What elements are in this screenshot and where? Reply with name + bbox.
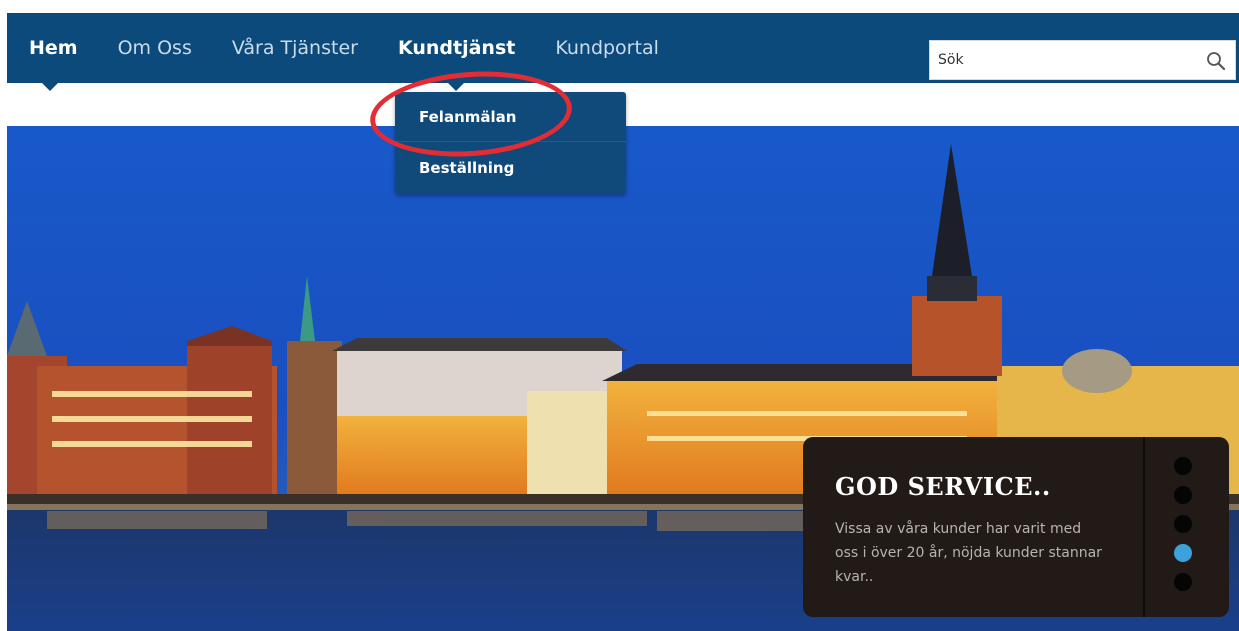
nav-item-om-oss[interactable]: Om Oss: [118, 37, 192, 59]
panel-title: GOD SERVICE..: [835, 472, 1051, 501]
panel-description: Vissa av våra kunder har varit med oss i…: [835, 521, 1102, 585]
slide-dot-1[interactable]: [1174, 457, 1192, 475]
slide-dot-4[interactable]: [1174, 544, 1192, 562]
nav-item-vara-tjanster[interactable]: Våra Tjänster: [232, 37, 358, 59]
home-active-indicator: [42, 83, 58, 91]
nav-item-hem[interactable]: Hem: [29, 37, 78, 59]
nav-menu: Hem Om Oss Våra Tjänster Kundtjänst Kund…: [7, 13, 699, 83]
search-input[interactable]: [930, 41, 1200, 79]
slide-dot-2[interactable]: [1174, 486, 1192, 504]
hero-info-panel: GOD SERVICE.. Vissa av våra kunder har v…: [803, 437, 1229, 617]
slide-dot-5[interactable]: [1174, 573, 1192, 591]
panel-divider: [1143, 437, 1145, 617]
search-box: [929, 40, 1236, 80]
search-icon[interactable]: [1205, 50, 1227, 72]
nav-item-kundtjanst[interactable]: Kundtjänst: [398, 37, 515, 59]
main-navbar: Hem Om Oss Våra Tjänster Kundtjänst Kund…: [7, 13, 1239, 83]
kundtjanst-dropdown-menu: Felanmälan Beställning: [395, 92, 626, 194]
slide-dot-3[interactable]: [1174, 515, 1192, 533]
nav-item-kundportal[interactable]: Kundportal: [555, 37, 659, 59]
dropdown-item-bestallning[interactable]: Beställning: [395, 143, 626, 193]
dropdown-item-felanmalan[interactable]: Felanmälan: [395, 92, 626, 142]
slide-pagination: [1174, 457, 1198, 602]
kundtjanst-active-indicator: [448, 83, 464, 91]
